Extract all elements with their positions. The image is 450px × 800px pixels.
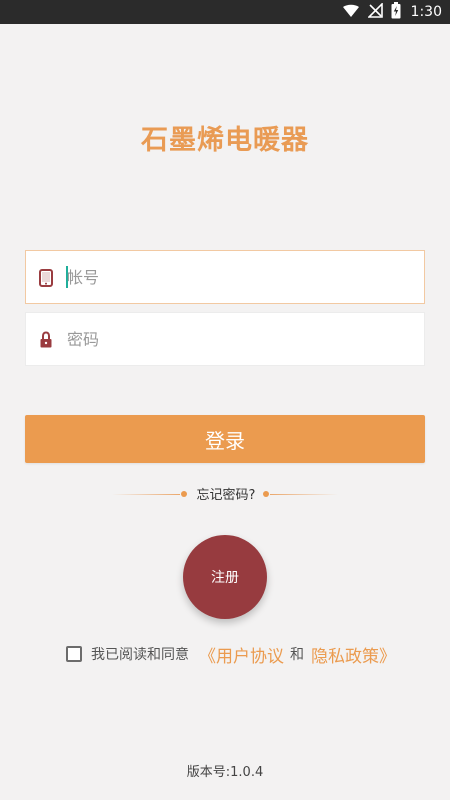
phone-icon: [38, 268, 54, 288]
password-input[interactable]: [67, 326, 407, 352]
account-input[interactable]: [67, 264, 407, 290]
login-button[interactable]: 登录: [25, 415, 425, 463]
divider-dot-left: [181, 491, 187, 497]
lock-icon: [38, 330, 54, 350]
divider-line-right: [270, 494, 338, 495]
battery-charging-icon: [391, 1, 401, 23]
status-time: 1:30: [410, 4, 442, 20]
wifi-icon: [342, 3, 360, 22]
account-field[interactable]: [25, 250, 425, 304]
divider-line-left: [112, 494, 180, 495]
user-agreement-link[interactable]: 《用户协议: [199, 642, 284, 667]
version-label: 版本号:1.0.4: [186, 765, 264, 780]
agreement-row: 我已阅读和同意 《用户协议 和 隐私政策》: [66, 641, 406, 667]
app-title: 石墨烯电暖器: [141, 125, 309, 156]
agreement-checkbox[interactable]: [66, 646, 82, 662]
agreement-and-text: 和: [290, 647, 304, 663]
privacy-policy-link[interactable]: 隐私政策》: [311, 642, 396, 667]
status-bar: 1:30: [0, 0, 450, 24]
agreement-text: 我已阅读和同意: [91, 647, 189, 663]
signal-off-icon: [366, 1, 383, 22]
forgot-password-row: 忘记密码?: [0, 483, 450, 507]
password-field[interactable]: [25, 312, 425, 366]
divider-dot-right: [263, 491, 269, 497]
register-button[interactable]: 注册: [183, 535, 267, 619]
forgot-password-link[interactable]: 忘记密码?: [190, 484, 262, 503]
status-icons: 1:30: [342, 0, 442, 24]
